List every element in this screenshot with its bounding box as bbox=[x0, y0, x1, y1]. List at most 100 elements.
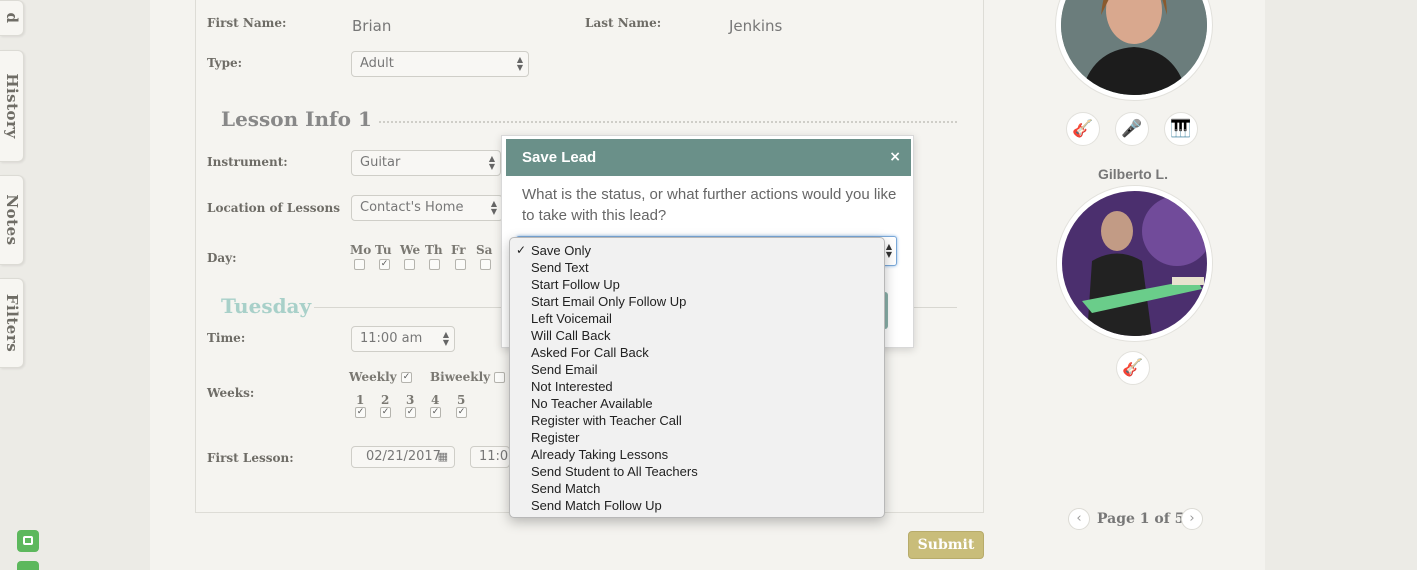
next-page-button[interactable]: › bbox=[1181, 508, 1203, 530]
dropdown-option[interactable]: Send Match Follow Up bbox=[510, 497, 884, 514]
dropdown-option-label: No Teacher Available bbox=[531, 396, 653, 411]
week-checkbox-1[interactable]: ✓ bbox=[380, 407, 391, 418]
week-checkbox-2[interactable]: ✓ bbox=[405, 407, 416, 418]
dropdown-option-label: Send Student to All Teachers bbox=[531, 464, 698, 479]
phone-icon[interactable] bbox=[17, 561, 39, 570]
week-number-1: 2 bbox=[381, 393, 390, 407]
first-lesson-time-value: 11:00 a bbox=[479, 449, 509, 467]
dropdown-option[interactable]: No Teacher Available bbox=[510, 395, 884, 412]
time-select[interactable]: 11:00 am ▲ ▼ bbox=[351, 326, 455, 352]
dropdown-option-label: Start Follow Up bbox=[531, 277, 620, 292]
dropdown-option-label: Already Taking Lessons bbox=[531, 447, 669, 462]
day-checkbox-2[interactable] bbox=[404, 259, 415, 270]
sidebar-tab-label: d bbox=[3, 12, 21, 24]
week-number-4: 5 bbox=[457, 393, 466, 407]
day-checkbox-0[interactable] bbox=[354, 259, 365, 270]
time-label: Time: bbox=[207, 331, 246, 345]
dropdown-option[interactable]: Asked For Call Back bbox=[510, 344, 884, 361]
week-number-2: 3 bbox=[406, 393, 415, 407]
calendar-icon[interactable]: ▦ bbox=[438, 450, 448, 463]
first-lesson-label: First Lesson: bbox=[207, 451, 294, 465]
day-heading: Tuesday bbox=[221, 294, 312, 318]
teacher-photo[interactable] bbox=[1057, 186, 1212, 341]
first-lesson-time-input[interactable]: 11:00 a bbox=[470, 446, 510, 468]
location-select-value: Contact's Home bbox=[360, 200, 464, 215]
type-select[interactable]: Adult ▲ ▼ bbox=[351, 51, 529, 77]
modal-question: What is the status, or what further acti… bbox=[522, 186, 897, 224]
dropdown-option-label: Send Email bbox=[531, 362, 598, 377]
dropdown-option-label: Start Email Only Follow Up bbox=[531, 294, 687, 309]
modal-title: Save Lead bbox=[522, 149, 597, 166]
week-number-0: 1 bbox=[356, 393, 365, 407]
week-checkbox-0[interactable]: ✓ bbox=[355, 407, 366, 418]
day-label-0: Mo bbox=[350, 243, 372, 257]
dropdown-option[interactable]: Send Match bbox=[510, 480, 884, 497]
location-select[interactable]: Contact's Home ▲ ▼ bbox=[351, 195, 503, 221]
dropdown-option-label: Asked For Call Back bbox=[531, 345, 649, 360]
first-name-label: First Name: bbox=[207, 16, 287, 30]
dropdown-option[interactable]: Send Email bbox=[510, 361, 884, 378]
dropdown-option-label: Register bbox=[531, 430, 580, 445]
instrument-select-value: Guitar bbox=[360, 155, 401, 170]
day-checkbox-1[interactable]: ✓ bbox=[379, 259, 390, 270]
dropdown-option[interactable]: Will Call Back bbox=[510, 327, 884, 344]
piano-icon[interactable]: 🎹 bbox=[1164, 112, 1198, 146]
last-name-value[interactable]: Jenkins bbox=[729, 17, 782, 35]
close-icon[interactable]: × bbox=[889, 149, 901, 165]
dropdown-option[interactable]: Left Voicemail bbox=[510, 310, 884, 327]
day-label-1: Tu bbox=[375, 243, 392, 257]
dropdown-option-label: Send Match Follow Up bbox=[531, 498, 662, 513]
updown-icon: ▲ ▼ bbox=[488, 154, 495, 171]
location-label: Location of Lessons bbox=[207, 201, 340, 215]
sidebar-tab-filters[interactable]: Filters bbox=[0, 278, 24, 368]
guitar-icon[interactable]: 🎸 bbox=[1066, 112, 1100, 146]
dropdown-option[interactable]: Start Follow Up bbox=[510, 276, 884, 293]
dropdown-option-label: Save Only bbox=[531, 243, 591, 258]
pagination-label: Page 1 of 5 bbox=[1097, 511, 1185, 527]
biweekly-checkbox[interactable] bbox=[494, 372, 505, 383]
day-checkbox-4[interactable] bbox=[455, 259, 466, 270]
weekly-checkbox[interactable]: ✓ bbox=[401, 372, 412, 383]
last-name-label: Last Name: bbox=[585, 16, 662, 30]
guitar-icon[interactable]: 🎸 bbox=[1116, 351, 1150, 385]
type-label: Type: bbox=[207, 56, 243, 70]
dropdown-option[interactable]: Send Student to All Teachers bbox=[510, 463, 884, 480]
day-label-4: Fr bbox=[451, 243, 466, 257]
sidebar-tab-history[interactable]: History bbox=[0, 50, 24, 162]
time-select-value: 11:00 am bbox=[360, 331, 423, 346]
first-name-value[interactable]: Brian bbox=[352, 17, 391, 35]
first-lesson-date-input[interactable]: 02/21/2017 ▦ bbox=[351, 446, 455, 468]
chat-icon[interactable] bbox=[17, 530, 39, 552]
weekly-label: Weekly bbox=[349, 370, 397, 384]
dropdown-option[interactable]: Register bbox=[510, 429, 884, 446]
checkmark-icon: ✓ bbox=[516, 243, 527, 257]
dropdown-option[interactable]: Not Interested bbox=[510, 378, 884, 395]
dropdown-option-label: Send Text bbox=[531, 260, 589, 275]
submit-button[interactable]: Submit bbox=[908, 531, 984, 559]
weeks-label: Weeks: bbox=[207, 386, 255, 400]
day-label-5: Sa bbox=[476, 243, 493, 257]
dropdown-option[interactable]: Send Text bbox=[510, 259, 884, 276]
lesson-info-heading: Lesson Info 1 bbox=[221, 107, 372, 131]
day-checkbox-3[interactable] bbox=[429, 259, 440, 270]
day-checkbox-5[interactable] bbox=[480, 259, 491, 270]
instrument-label: Instrument: bbox=[207, 155, 288, 169]
dropdown-option[interactable]: Start Email Only Follow Up bbox=[510, 293, 884, 310]
prev-page-button[interactable]: ‹ bbox=[1068, 508, 1090, 530]
week-checkbox-3[interactable]: ✓ bbox=[430, 407, 441, 418]
dropdown-option-label: Register with Teacher Call bbox=[531, 413, 682, 428]
section-divider bbox=[379, 121, 957, 123]
sidebar-tab-label: Filters bbox=[3, 293, 21, 353]
instrument-select[interactable]: Guitar ▲ ▼ bbox=[351, 150, 501, 176]
week-checkbox-4[interactable]: ✓ bbox=[456, 407, 467, 418]
first-lesson-date-value: 02/21/2017 bbox=[366, 449, 441, 464]
dropdown-option[interactable]: ✓ Save Only bbox=[510, 242, 884, 259]
dropdown-option[interactable]: Already Taking Lessons bbox=[510, 446, 884, 463]
dropdown-option[interactable]: Register with Teacher Call bbox=[510, 412, 884, 429]
day-label-3: Th bbox=[425, 243, 443, 257]
sidebar-tab-partial[interactable]: d bbox=[0, 0, 24, 36]
dropdown-option-label: Send Match bbox=[531, 481, 601, 496]
dropdown-option-label: Will Call Back bbox=[531, 328, 611, 343]
microphone-icon[interactable]: 🎤 bbox=[1115, 112, 1149, 146]
sidebar-tab-notes[interactable]: Notes bbox=[0, 175, 24, 265]
